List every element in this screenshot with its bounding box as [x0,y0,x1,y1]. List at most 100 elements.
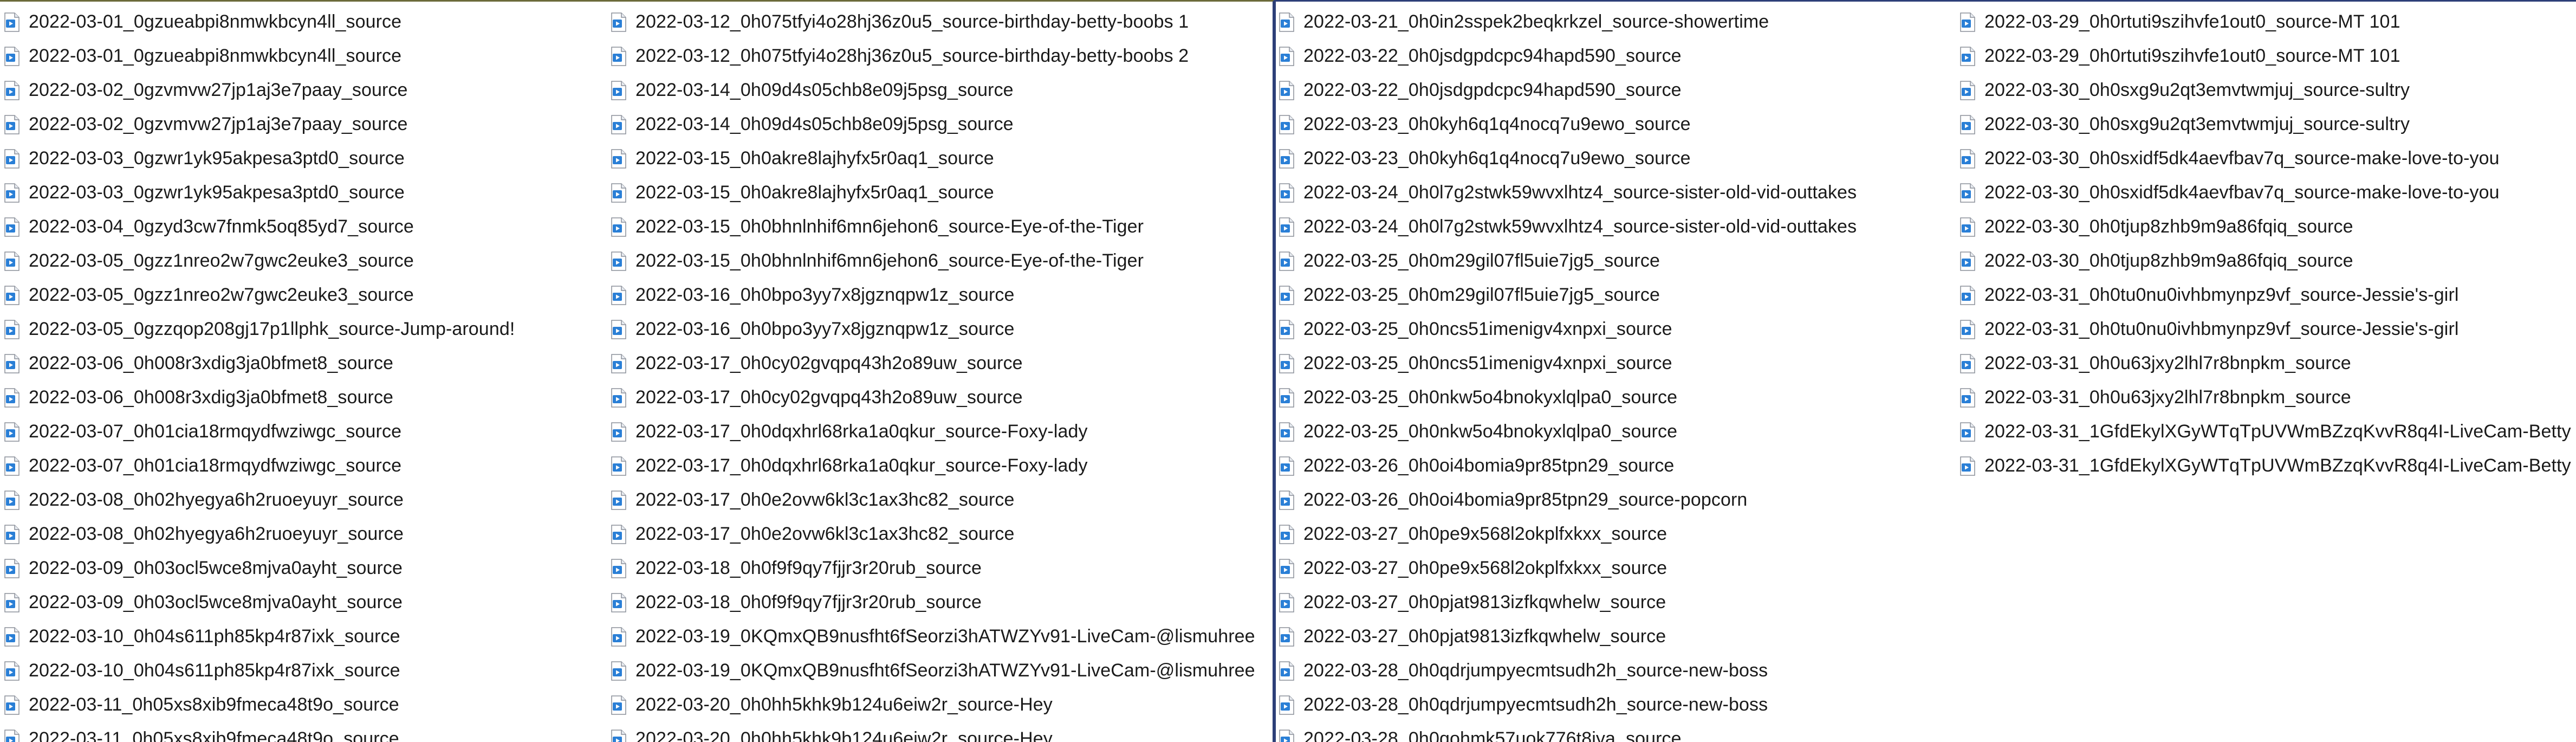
media-file-icon [1279,592,1294,612]
file-item[interactable]: 2022-03-29_0h0rtuti9szihvfe1out0_source-… [1960,5,2571,39]
file-item[interactable]: 2022-03-15_0h0akre8lajhyfx5r0aq1_source [611,141,1255,176]
file-item[interactable]: 2022-03-26_0h0oi4bomia9pr85tpn29_source [1279,449,1857,483]
file-item[interactable]: 2022-03-14_0h09d4s05chb8e09j5psg_source [611,73,1255,107]
file-item[interactable]: 2022-03-18_0h0f9f9qy7fjjr3r20rub_source [611,551,1255,585]
file-item[interactable]: 2022-03-16_0h0bpo3yy7x8jgznqpw1z_source [611,312,1255,346]
file-item[interactable]: 2022-03-31_1GfdEkylXGyWTqTpUVWmBZzqKvvR8… [1960,415,2571,449]
file-item[interactable]: 2022-03-08_0h02hyegya6h2ruoeyuyr_source [4,517,515,551]
file-item[interactable]: 2022-03-04_0gzyd3cw7fnmk5oq85yd7_source [4,210,515,244]
file-item[interactable]: 2022-03-17_0h0e2ovw6kl3c1ax3hc82_source [611,517,1255,551]
file-item[interactable]: 2022-03-17_0h0cy02gvqpq43h2o89uw_source [611,346,1255,380]
file-item[interactable]: 2022-03-19_0KQmxQB9nusfht6fSeorzi3hATWZY… [611,654,1255,688]
file-item[interactable]: 2022-03-25_0h0nkw5o4bnokyxlqlpa0_source [1279,415,1857,449]
file-item[interactable]: 2022-03-07_0h01cia18rmqydfwziwgc_source [4,415,515,449]
file-list-window-right[interactable]: 2022-03-21_0h0in2sspek2beqkrkzel_source-… [1274,0,2576,742]
file-item[interactable]: 2022-03-16_0h0bpo3yy7x8jgznqpw1z_source [611,278,1255,312]
file-item[interactable]: 2022-03-10_0h04s611ph85kp4r87ixk_source [4,620,515,654]
file-item[interactable]: 2022-03-14_0h09d4s05chb8e09j5psg_source [611,107,1255,141]
file-item[interactable]: 2022-03-22_0h0jsdgpdcpc94hapd590_source [1279,39,1857,73]
file-item[interactable]: 2022-03-02_0gzvmvw27jp1aj3e7paay_source [4,107,515,141]
file-item[interactable]: 2022-03-12_0h075tfyi4o28hj36z0u5_source-… [611,5,1255,39]
file-name: 2022-03-14_0h09d4s05chb8e09j5psg_source [635,80,1014,100]
file-item[interactable]: 2022-03-02_0gzvmvw27jp1aj3e7paay_source [4,73,515,107]
file-item[interactable]: 2022-03-27_0h0pe9x568l2okplfxkxx_source [1279,551,1857,585]
file-item[interactable]: 2022-03-05_0gzzqop208gj17p1llphk_source-… [4,312,515,346]
file-name: 2022-03-07_0h01cia18rmqydfwziwgc_source [29,421,402,442]
file-name: 2022-03-22_0h0jsdgpdcpc94hapd590_source [1303,80,1682,100]
file-item[interactable]: 2022-03-15_0h0akre8lajhyfx5r0aq1_source [611,176,1255,210]
file-item[interactable]: 2022-03-31_0h0u63jxy2lhl7r8bnpkm_source [1960,380,2571,415]
media-file-icon [4,592,20,612]
file-item[interactable]: 2022-03-30_0h0sxg9u2qt3emvtwmjuj_source-… [1960,73,2571,107]
file-item[interactable]: 2022-03-01_0gzueabpi8nmwkbcyn4ll_source [4,39,515,73]
file-item[interactable]: 2022-03-28_0h0qohmk57uok776t8iya_source [1279,722,1857,742]
file-item[interactable]: 2022-03-28_0h0qdrjumpyecmtsudh2h_source-… [1279,654,1857,688]
file-item[interactable]: 2022-03-17_0h0dqxhrl68rka1a0qkur_source-… [611,415,1255,449]
file-item[interactable]: 2022-03-30_0h0sxidf5dk4aevfbav7q_source-… [1960,176,2571,210]
file-item[interactable]: 2022-03-17_0h0e2ovw6kl3c1ax3hc82_source [611,483,1255,517]
file-item[interactable]: 2022-03-24_0h0l7g2stwk59wvxlhtz4_source-… [1279,210,1857,244]
media-file-icon [611,183,626,203]
file-item[interactable]: 2022-03-25_0h0ncs51imenigv4xnpxi_source [1279,312,1857,346]
file-item[interactable]: 2022-03-21_0h0in2sspek2beqkrkzel_source-… [1279,5,1857,39]
file-name: 2022-03-24_0h0l7g2stwk59wvxlhtz4_source-… [1303,216,1857,237]
file-item[interactable]: 2022-03-15_0h0bhnlnhif6mn6jehon6_source-… [611,244,1255,278]
file-name: 2022-03-26_0h0oi4bomia9pr85tpn29_source [1303,455,1675,476]
file-item[interactable]: 2022-03-19_0KQmxQB9nusfht6fSeorzi3hATWZY… [611,620,1255,654]
file-item[interactable]: 2022-03-25_0h0ncs51imenigv4xnpxi_source [1279,346,1857,380]
file-item[interactable]: 2022-03-22_0h0jsdgpdcpc94hapd590_source [1279,73,1857,107]
file-item[interactable]: 2022-03-26_0h0oi4bomia9pr85tpn29_source-… [1279,483,1857,517]
file-item[interactable]: 2022-03-30_0h0tjup8zhb9m9a86fqiq_source [1960,210,2571,244]
file-item[interactable]: 2022-03-18_0h0f9f9qy7fjjr3r20rub_source [611,585,1255,620]
file-item[interactable]: 2022-03-09_0h03ocl5wce8mjva0ayht_source [4,551,515,585]
file-item[interactable]: 2022-03-30_0h0tjup8zhb9m9a86fqiq_source [1960,244,2571,278]
file-item[interactable]: 2022-03-27_0h0pe9x568l2okplfxkxx_source [1279,517,1857,551]
file-item[interactable]: 2022-03-17_0h0dqxhrl68rka1a0qkur_source-… [611,449,1255,483]
file-item[interactable]: 2022-03-23_0h0kyh6q1q4nocq7u9ewo_source [1279,141,1857,176]
file-item[interactable]: 2022-03-07_0h01cia18rmqydfwziwgc_source [4,449,515,483]
file-item[interactable]: 2022-03-06_0h008r3xdig3ja0bfmet8_source [4,346,515,380]
file-item[interactable]: 2022-03-20_0h0hh5khk9b124u6eiw2r_source-… [611,722,1255,742]
file-item[interactable]: 2022-03-27_0h0pjat9813izfkqwhelw_source [1279,585,1857,620]
file-item[interactable]: 2022-03-08_0h02hyegya6h2ruoeyuyr_source [4,483,515,517]
file-list-window-left[interactable]: 2022-03-01_0gzueabpi8nmwkbcyn4ll_source 2… [0,0,1274,742]
file-item[interactable]: 2022-03-17_0h0cy02gvqpq43h2o89uw_source [611,380,1255,415]
media-file-icon [4,456,20,476]
file-item[interactable]: 2022-03-05_0gzz1nreo2w7gwc2euke3_source [4,278,515,312]
file-item[interactable]: 2022-03-23_0h0kyh6q1q4nocq7u9ewo_source [1279,107,1857,141]
file-item[interactable]: 2022-03-31_0h0tu0nu0ivhbmynpz9vf_source-… [1960,312,2571,346]
media-file-icon [611,558,626,578]
file-item[interactable]: 2022-03-31_1GfdEkylXGyWTqTpUVWmBZzqKvvR8… [1960,449,2571,483]
media-file-icon [611,46,626,66]
file-item[interactable]: 2022-03-30_0h0sxg9u2qt3emvtwmjuj_source-… [1960,107,2571,141]
file-item[interactable]: 2022-03-31_0h0u63jxy2lhl7r8bnpkm_source [1960,346,2571,380]
file-item[interactable]: 2022-03-24_0h0l7g2stwk59wvxlhtz4_source-… [1279,176,1857,210]
file-item[interactable]: 2022-03-03_0gzwr1yk95akpesa3ptd0_source [4,176,515,210]
file-item[interactable]: 2022-03-29_0h0rtuti9szihvfe1out0_source-… [1960,39,2571,73]
file-name: 2022-03-18_0h0f9f9qy7fjjr3r20rub_source [635,558,982,578]
file-name: 2022-03-28_0h0qohmk57uok776t8iya_source [1303,728,1682,742]
media-file-icon [611,388,626,408]
file-item[interactable]: 2022-03-25_0h0nkw5o4bnokyxlqlpa0_source [1279,380,1857,415]
file-item[interactable]: 2022-03-15_0h0bhnlnhif6mn6jehon6_source-… [611,210,1255,244]
file-item[interactable]: 2022-03-12_0h075tfyi4o28hj36z0u5_source-… [611,39,1255,73]
file-item[interactable]: 2022-03-11_0h05xs8xib9fmeca48t9o_source [4,688,515,722]
file-item[interactable]: 2022-03-01_0gzueabpi8nmwkbcyn4ll_source [4,5,515,39]
file-item[interactable]: 2022-03-05_0gzz1nreo2w7gwc2euke3_source [4,244,515,278]
file-item[interactable]: 2022-03-06_0h008r3xdig3ja0bfmet8_source [4,380,515,415]
file-item[interactable]: 2022-03-30_0h0sxidf5dk4aevfbav7q_source-… [1960,141,2571,176]
file-name: 2022-03-27_0h0pe9x568l2okplfxkxx_source [1303,558,1667,578]
file-item[interactable]: 2022-03-11_0h05xs8xib9fmeca48t9o_source [4,722,515,742]
file-item[interactable]: 2022-03-27_0h0pjat9813izfkqwhelw_source [1279,620,1857,654]
file-item[interactable]: 2022-03-28_0h0qdrjumpyecmtsudh2h_source-… [1279,688,1857,722]
file-item[interactable]: 2022-03-10_0h04s611ph85kp4r87ixk_source [4,654,515,688]
file-item[interactable]: 2022-03-03_0gzwr1yk95akpesa3ptd0_source [4,141,515,176]
media-file-icon [1279,12,1294,32]
media-file-icon [611,149,626,169]
file-item[interactable]: 2022-03-25_0h0m29gil07fl5uie7jg5_source [1279,244,1857,278]
file-item[interactable]: 2022-03-31_0h0tu0nu0ivhbmynpz9vf_source-… [1960,278,2571,312]
file-name: 2022-03-12_0h075tfyi4o28hj36z0u5_source-… [635,46,1189,66]
file-item[interactable]: 2022-03-25_0h0m29gil07fl5uie7jg5_source [1279,278,1857,312]
file-item[interactable]: 2022-03-09_0h03ocl5wce8mjva0ayht_source [4,585,515,620]
file-item[interactable]: 2022-03-20_0h0hh5khk9b124u6eiw2r_source-… [611,688,1255,722]
